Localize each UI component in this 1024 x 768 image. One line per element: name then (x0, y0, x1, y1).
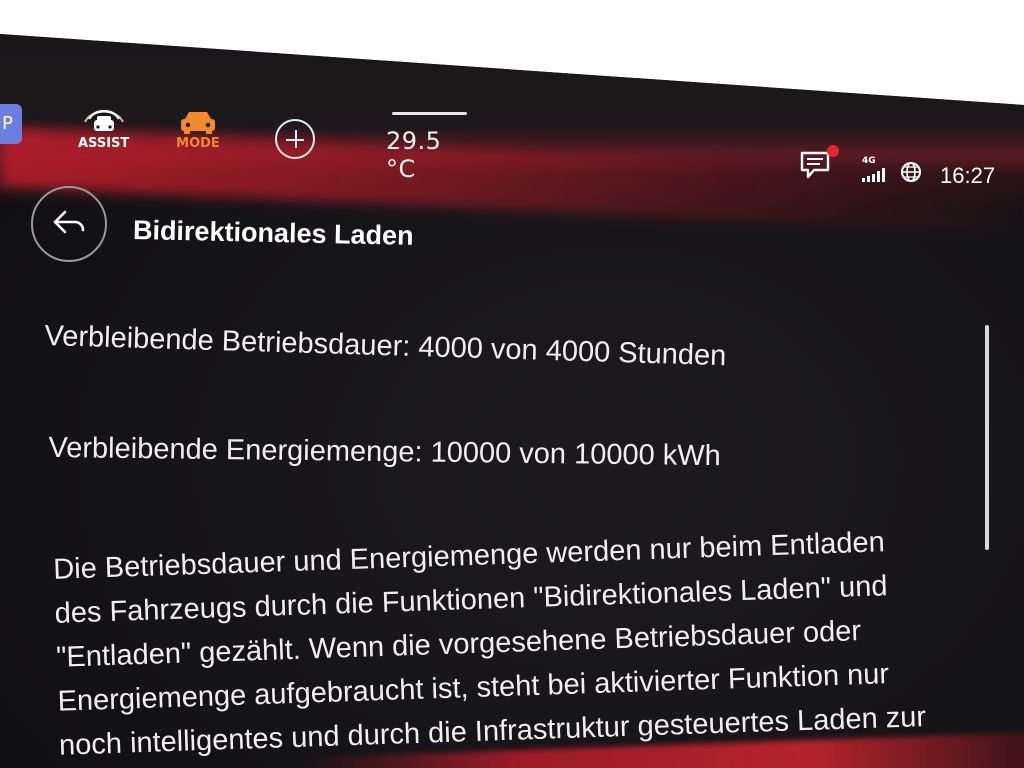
clock: 16:27 (940, 163, 996, 188)
remaining-operating-time: Verbleibende Betriebsdauer: 4000 von 400… (44, 320, 727, 373)
notification-dot (827, 145, 839, 157)
info-content: Verbleibende Betriebsdauer: 4000 von 400… (44, 290, 945, 762)
infotainment-screen: P ASSIST MODE 29.5 °C 4G 16:27 Bidirekti… (0, 34, 1024, 768)
back-button[interactable] (31, 186, 107, 262)
page-title: Bidirektionales Laden (132, 215, 414, 251)
description-text: Die Betriebsdauer und Energiemenge werde… (52, 526, 927, 762)
signal-icon: 4G (862, 156, 892, 182)
signal-bars (862, 168, 885, 182)
temperature-display[interactable]: 29.5 °C (386, 112, 476, 183)
mode-button[interactable]: MODE (176, 108, 220, 151)
car-assist-icon (83, 109, 124, 131)
remaining-energy-amount: Verbleibende Energiemenge: 10000 von 100… (48, 431, 721, 473)
globe-icon[interactable] (900, 161, 922, 183)
left-edge-tab[interactable]: P (0, 104, 22, 144)
scrollbar[interactable] (985, 325, 989, 550)
mode-label: MODE (176, 136, 220, 151)
left-tab-label: P (2, 113, 13, 134)
add-shortcut-button[interactable] (275, 119, 315, 159)
assist-button[interactable]: ASSIST (78, 106, 129, 151)
temperature-indicator-line (392, 112, 467, 115)
assist-label: ASSIST (78, 136, 130, 151)
back-arrow-icon (53, 210, 85, 234)
car-mode-icon (181, 112, 215, 134)
network-type-label: 4G (862, 156, 876, 166)
display-bezel: P ASSIST MODE 29.5 °C 4G 16:27 Bidirekti… (0, 0, 1024, 768)
temperature-value: 29.5 °C (386, 127, 442, 183)
